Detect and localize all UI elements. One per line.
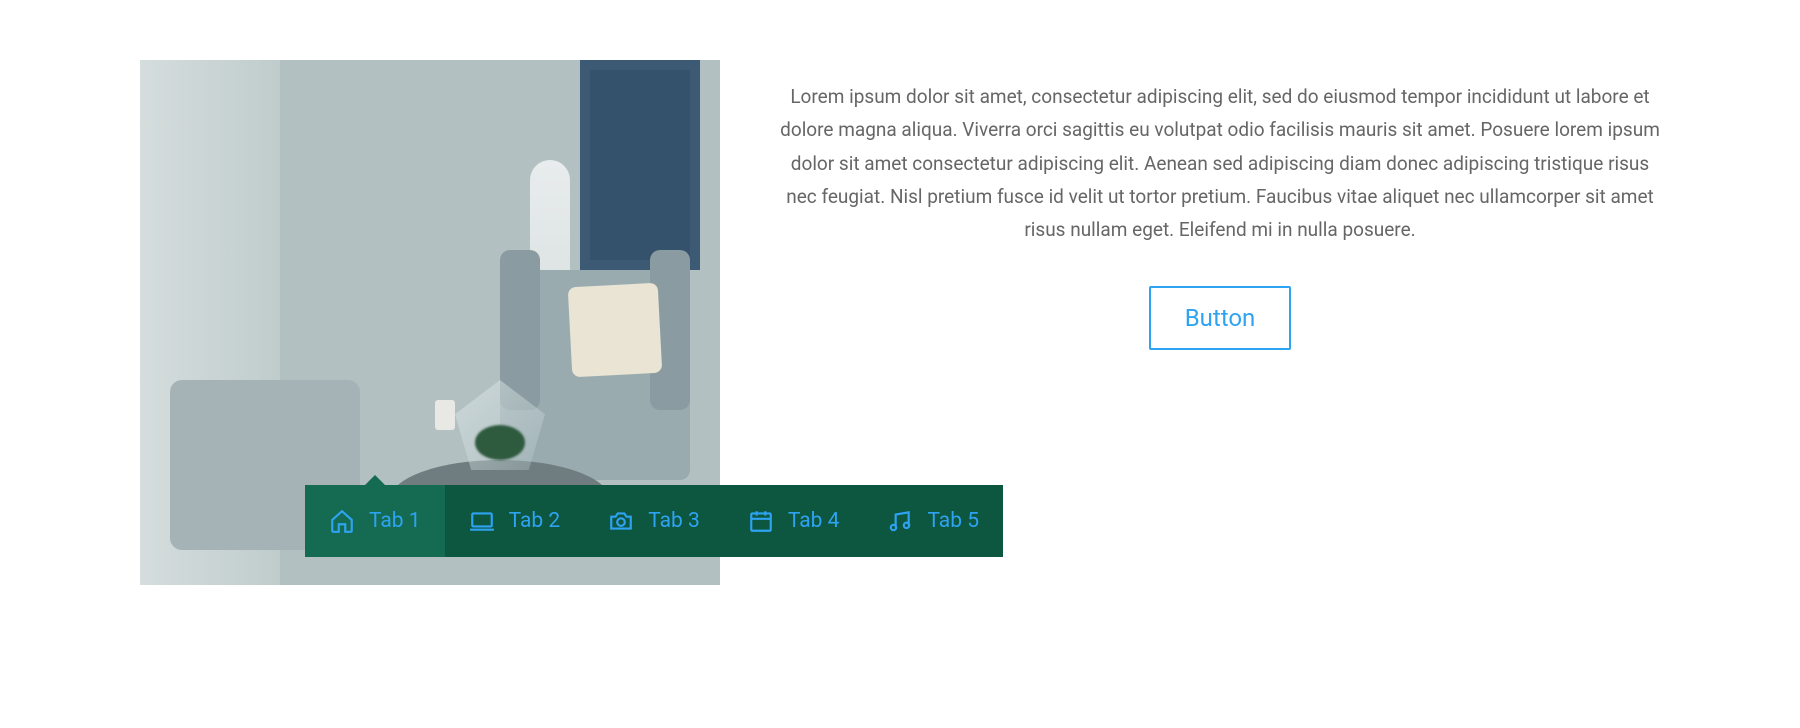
- tab-4[interactable]: Tab 4: [724, 485, 864, 557]
- tab-label: Tab 1: [369, 509, 421, 533]
- music-icon: [887, 508, 913, 534]
- camera-icon: [608, 508, 634, 534]
- tab-label: Tab 2: [509, 509, 561, 533]
- tab-label: Tab 4: [788, 509, 840, 533]
- tab-label: Tab 5: [927, 509, 979, 533]
- cta-button[interactable]: Button: [1149, 286, 1292, 350]
- tab-1[interactable]: Tab 1: [305, 485, 445, 557]
- description-text: Lorem ipsum dolor sit amet, consectetur …: [780, 80, 1660, 246]
- tabs-bar: Tab 1 Tab 2 Tab 3 Tab 4 Tab 5: [305, 485, 1003, 557]
- home-icon: [329, 508, 355, 534]
- calendar-icon: [748, 508, 774, 534]
- tab-2[interactable]: Tab 2: [445, 485, 585, 557]
- tab-3[interactable]: Tab 3: [584, 485, 724, 557]
- laptop-icon: [469, 508, 495, 534]
- tab-5[interactable]: Tab 5: [863, 485, 1003, 557]
- tab-label: Tab 3: [648, 509, 700, 533]
